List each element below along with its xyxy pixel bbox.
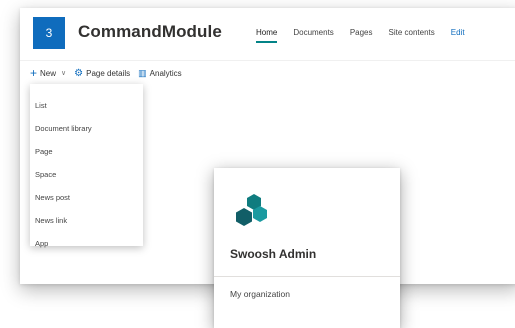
nav-pages[interactable]: Pages bbox=[350, 28, 373, 43]
site-header: 3 CommandModule Home Documents Pages Sit… bbox=[20, 8, 515, 58]
analytics-button[interactable]: ▥ Analytics bbox=[134, 68, 186, 79]
hexagon-left bbox=[236, 208, 252, 226]
nav-home[interactable]: Home bbox=[256, 28, 278, 43]
new-menu: List Document library Page Space News po… bbox=[30, 84, 143, 248]
site-logo-text: 3 bbox=[45, 26, 53, 40]
card-divider bbox=[214, 276, 400, 277]
site-logo[interactable]: 3 bbox=[33, 17, 65, 49]
menu-item-page[interactable]: Page bbox=[35, 147, 53, 156]
page-details-button[interactable]: ⚙ Page details bbox=[70, 68, 134, 79]
page-details-label: Page details bbox=[86, 68, 131, 78]
site-title[interactable]: CommandModule bbox=[78, 22, 222, 42]
site-nav: Home Documents Pages Site contents Edit bbox=[256, 28, 465, 43]
new-button[interactable]: + New ∨ bbox=[26, 66, 70, 80]
menu-item-news-post[interactable]: News post bbox=[35, 193, 70, 202]
menu-item-app[interactable]: App bbox=[35, 239, 48, 248]
gear-icon: ⚙ bbox=[74, 67, 84, 79]
menu-item-news-link[interactable]: News link bbox=[35, 216, 67, 225]
plus-icon: + bbox=[30, 66, 38, 80]
nav-documents[interactable]: Documents bbox=[293, 28, 333, 43]
menu-item-list[interactable]: List bbox=[35, 101, 47, 110]
nav-site-contents[interactable]: Site contents bbox=[389, 28, 435, 43]
chevron-down-icon: ∨ bbox=[61, 70, 67, 77]
card-subtitle: My organization bbox=[230, 289, 291, 299]
command-bar: + New ∨ ⚙ Page details ▥ Analytics bbox=[20, 60, 515, 85]
card-title: Swoosh Admin bbox=[230, 247, 317, 261]
analytics-icon: ▥ bbox=[138, 67, 147, 78]
analytics-label: Analytics bbox=[149, 68, 182, 78]
nav-edit[interactable]: Edit bbox=[451, 28, 465, 43]
hexagon-cluster-icon bbox=[236, 194, 267, 226]
menu-item-document-library[interactable]: Document library bbox=[35, 124, 92, 133]
org-card[interactable]: Swoosh Admin My organization bbox=[214, 168, 400, 328]
menu-item-space[interactable]: Space bbox=[35, 170, 56, 179]
new-button-label: New bbox=[40, 68, 57, 78]
